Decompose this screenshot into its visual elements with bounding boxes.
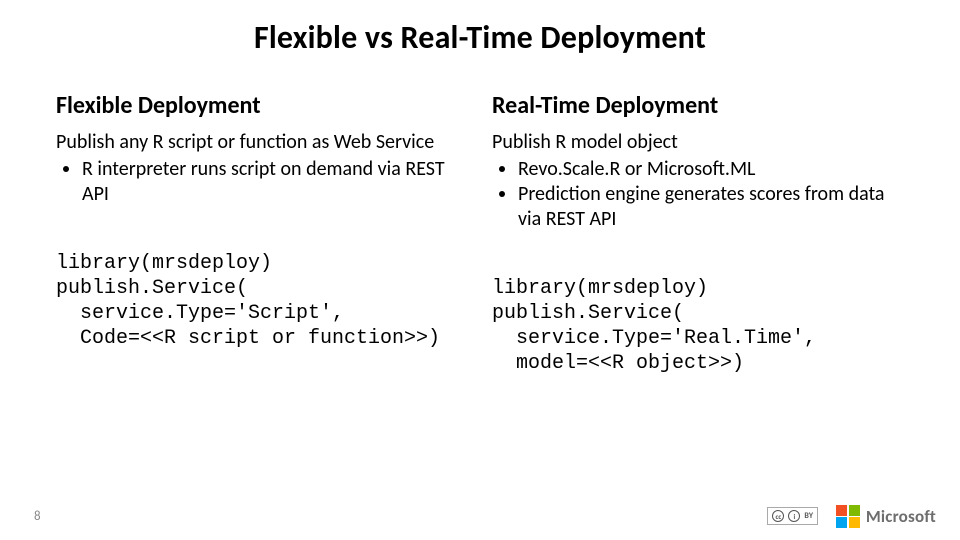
right-column: Real-Time Deployment Publish R model obj… bbox=[492, 91, 904, 376]
right-code-line1: library(mrsdeploy) bbox=[492, 277, 708, 300]
ms-square-blue bbox=[836, 517, 847, 528]
right-code-line4: model=<<R object>>) bbox=[492, 352, 744, 375]
right-bullet-2: Prediction engine generates scores from … bbox=[518, 182, 904, 232]
left-heading: Flexible Deployment bbox=[56, 91, 468, 120]
footer-logos: cc i BY Microsoft bbox=[767, 505, 936, 529]
microsoft-squares-icon bbox=[836, 505, 860, 529]
right-code-line2: publish.Service( bbox=[492, 302, 684, 325]
ms-square-yellow bbox=[849, 517, 860, 528]
columns: Flexible Deployment Publish any R script… bbox=[0, 57, 960, 376]
left-bullets: R interpreter runs script on demand via … bbox=[56, 157, 468, 207]
right-heading: Real-Time Deployment bbox=[492, 91, 904, 120]
by-icon: i bbox=[788, 510, 800, 522]
left-code-line4: Code=<<R script or function>>) bbox=[56, 327, 440, 350]
right-code-line3: service.Type='Real.Time', bbox=[492, 327, 816, 350]
left-intro: Publish any R script or function as Web … bbox=[56, 130, 468, 155]
right-bullet-1: Revo.Scale.R or Microsoft.ML bbox=[518, 157, 904, 182]
cc-by-text: BY bbox=[804, 511, 813, 521]
cc-by-badge: cc i BY bbox=[767, 507, 818, 525]
right-intro: Publish R model object bbox=[492, 130, 904, 155]
left-code-line2: publish.Service( bbox=[56, 277, 248, 300]
right-code: library(mrsdeploy) publish.Service( serv… bbox=[492, 276, 904, 376]
left-code-line1: library(mrsdeploy) bbox=[56, 252, 272, 275]
left-code-line3: service.Type='Script', bbox=[56, 302, 344, 325]
slide: Flexible vs Real-Time Deployment Flexibl… bbox=[0, 0, 960, 540]
cc-icon: cc bbox=[772, 510, 784, 522]
page-number: 8 bbox=[34, 509, 41, 524]
left-column: Flexible Deployment Publish any R script… bbox=[56, 91, 468, 376]
microsoft-text: Microsoft bbox=[866, 506, 936, 527]
left-code: library(mrsdeploy) publish.Service( serv… bbox=[56, 251, 468, 351]
left-bullet-1: R interpreter runs script on demand via … bbox=[82, 157, 468, 207]
slide-title: Flexible vs Real-Time Deployment bbox=[0, 0, 960, 57]
ms-square-red bbox=[836, 505, 847, 516]
right-bullets: Revo.Scale.R or Microsoft.ML Prediction … bbox=[492, 157, 904, 232]
microsoft-logo: Microsoft bbox=[836, 505, 936, 529]
ms-square-green bbox=[849, 505, 860, 516]
